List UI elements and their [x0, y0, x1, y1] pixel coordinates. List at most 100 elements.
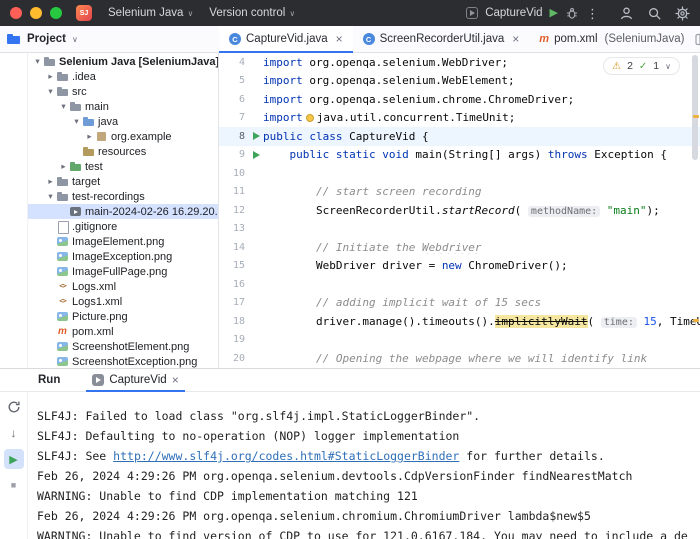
tree-item-label: ScreenshotException.png	[72, 356, 197, 368]
tree-item[interactable]: <>Logs1.xml	[28, 294, 218, 309]
rerun-button[interactable]	[4, 397, 24, 417]
scrollbar-thumb[interactable]	[692, 55, 698, 160]
tree-expand-icon[interactable]: ▾	[58, 101, 69, 112]
tree-expand-icon[interactable]: ▸	[45, 71, 56, 82]
project-folder-icon[interactable]	[7, 33, 21, 45]
tab-pom-xml[interactable]: m pom.xml (SeleniumJava)	[529, 26, 694, 52]
close-window-button[interactable]	[10, 7, 22, 19]
debug-icon[interactable]	[565, 6, 579, 21]
warning-stripe-mark[interactable]	[693, 115, 699, 118]
tree-expand-icon[interactable]: ▸	[84, 131, 95, 142]
tree-expand-icon[interactable]: ▾	[71, 116, 82, 127]
tree-item-label: ImageElement.png	[72, 236, 164, 248]
tree-item-label: resources	[98, 146, 146, 158]
code-line[interactable]: 9 public static void main(String[] args)…	[219, 146, 700, 165]
tree-item[interactable]: resources	[28, 144, 218, 159]
console-area: ↓ ▶ ■ SLF4J: Failed to load class "org.s…	[0, 392, 700, 539]
code-line[interactable]: 7importjava.util.concurrent.TimeUnit;	[219, 109, 700, 128]
editor-pane[interactable]: 4import org.openqa.selenium.WebDriver;5i…	[219, 53, 700, 368]
code-line[interactable]: 15 WebDriver driver = new ChromeDriver()…	[219, 257, 700, 276]
inspections-widget[interactable]: ⚠ 2 ✓ 1 ∨	[603, 57, 680, 75]
run-config-name[interactable]: CaptureVid	[485, 7, 542, 19]
tree-expand-icon[interactable]: ▸	[58, 161, 69, 172]
tree-item[interactable]: ScreenshotElement.png	[28, 339, 218, 354]
tree-item[interactable]: ▸target	[28, 174, 218, 189]
code-line[interactable]: 13	[219, 220, 700, 239]
console-link[interactable]: http://www.slf4j.org/codes.html#StaticLo…	[113, 449, 459, 463]
stop-button[interactable]: ■	[4, 475, 24, 495]
code-line[interactable]: 16	[219, 275, 700, 294]
code-line[interactable]: 17 // adding implicit wait of 15 secs	[219, 294, 700, 313]
file-icon	[56, 220, 69, 233]
tree-item[interactable]: ▸org.example	[28, 129, 218, 144]
warning-stripe-mark[interactable]	[693, 319, 699, 322]
search-icon[interactable]	[647, 6, 662, 21]
editor-scrollbar[interactable]	[690, 53, 700, 368]
code-line[interactable]: 12 ScreenRecorderUtil.startRecord( metho…	[219, 201, 700, 220]
tree-item[interactable]: <>Logs.xml	[28, 279, 218, 294]
tab-capturevid[interactable]: C CaptureVid.java ×	[219, 26, 353, 52]
code-line[interactable]: 19	[219, 331, 700, 350]
tree-expand-icon[interactable]: ▾	[45, 191, 56, 202]
code-line[interactable]: 8public class CaptureVid {	[219, 127, 700, 146]
code-line[interactable]: 18 driver.manage().timeouts().implicitly…	[219, 312, 700, 331]
tree-item[interactable]: Picture.png	[28, 309, 218, 324]
tree-item[interactable]: ImageException.png	[28, 249, 218, 264]
passed-count: 1	[653, 60, 659, 72]
version-control-menu[interactable]: Version control ∨	[201, 3, 303, 23]
console-output[interactable]: SLF4J: Failed to load class "org.slf4j.i…	[28, 392, 700, 539]
close-icon[interactable]: ×	[512, 32, 519, 46]
project-tool-window-header[interactable]: Project ∨	[0, 26, 219, 52]
code-line[interactable]: 11 // start screen recording	[219, 183, 700, 202]
tree-item[interactable]: ▸test	[28, 159, 218, 174]
code-line[interactable]: 10	[219, 164, 700, 183]
tree-expand-icon[interactable]: ▾	[45, 86, 56, 97]
tree-item[interactable]: mpom.xml	[28, 324, 218, 339]
scroll-down-button[interactable]: ↓	[4, 423, 24, 443]
stop-icon: ■	[11, 480, 16, 490]
code-line[interactable]: 14 // Initiate the Webdriver	[219, 238, 700, 257]
code-line[interactable]: 6import org.openqa.selenium.chrome.Chrom…	[219, 90, 700, 109]
zoom-window-button[interactable]	[50, 7, 62, 19]
tree-item[interactable]: ▾java	[28, 114, 218, 129]
run-gutter-icon[interactable]	[249, 132, 263, 140]
tree-item[interactable]: ▾Selenium Java [SeleniumJava]~/IdeaProj	[28, 54, 218, 69]
tree-item[interactable]: ▾test-recordings	[28, 189, 218, 204]
tree-item[interactable]: .gitignore	[28, 219, 218, 234]
tree-expand-icon[interactable]: ▸	[45, 176, 56, 187]
run-gutter-icon[interactable]	[249, 151, 263, 159]
line-number: 5	[219, 75, 249, 86]
editor-code: 4import org.openqa.selenium.WebDriver;5i…	[219, 53, 700, 368]
run-button[interactable]: ▶	[550, 8, 558, 19]
console-toolbar: ↓ ▶ ■	[0, 392, 28, 539]
code-line[interactable]: 20 // Opening the webpage where we will …	[219, 349, 700, 368]
line-number: 7	[219, 112, 249, 123]
tree-item[interactable]: ImageElement.png	[28, 234, 218, 249]
chevron-down-icon: ∨	[72, 35, 78, 44]
close-icon[interactable]: ×	[172, 373, 179, 387]
project-tree: ▾Selenium Java [SeleniumJava]~/IdeaProj▸…	[28, 53, 219, 368]
minimize-window-button[interactable]	[30, 7, 42, 19]
project-app-icon: SJ	[76, 5, 92, 21]
tree-item[interactable]: ▾main	[28, 99, 218, 114]
run-tab-capturevid[interactable]: CaptureVid ×	[86, 369, 184, 391]
close-icon[interactable]: ×	[336, 32, 343, 46]
collaborate-user-icon[interactable]	[619, 6, 634, 21]
layout-icon[interactable]	[694, 32, 700, 47]
run-widget: CaptureVid ▶ ⋮	[466, 6, 599, 21]
image-icon	[56, 250, 69, 263]
tree-expand-icon[interactable]: ▾	[32, 56, 43, 67]
tree-item[interactable]: main-2024-02-26 16.29.20.avi	[28, 204, 218, 219]
run-panel-title[interactable]: Run	[38, 374, 60, 386]
tab-screenrecorderutil[interactable]: C ScreenRecorderUtil.java ×	[353, 26, 530, 52]
project-menu[interactable]: Selenium Java ∨	[100, 3, 201, 23]
run-config-icon	[466, 7, 478, 19]
more-actions-icon[interactable]: ⋮	[586, 7, 599, 20]
line-number: 15	[219, 260, 249, 271]
run-tool-button[interactable]: ▶	[4, 449, 24, 469]
tree-item[interactable]: ImageFullPage.png	[28, 264, 218, 279]
tree-item[interactable]: ▸.idea	[28, 69, 218, 84]
settings-gear-icon[interactable]	[675, 6, 690, 21]
tree-item[interactable]: ▾src	[28, 84, 218, 99]
tree-item[interactable]: ScreenshotException.png	[28, 354, 218, 368]
